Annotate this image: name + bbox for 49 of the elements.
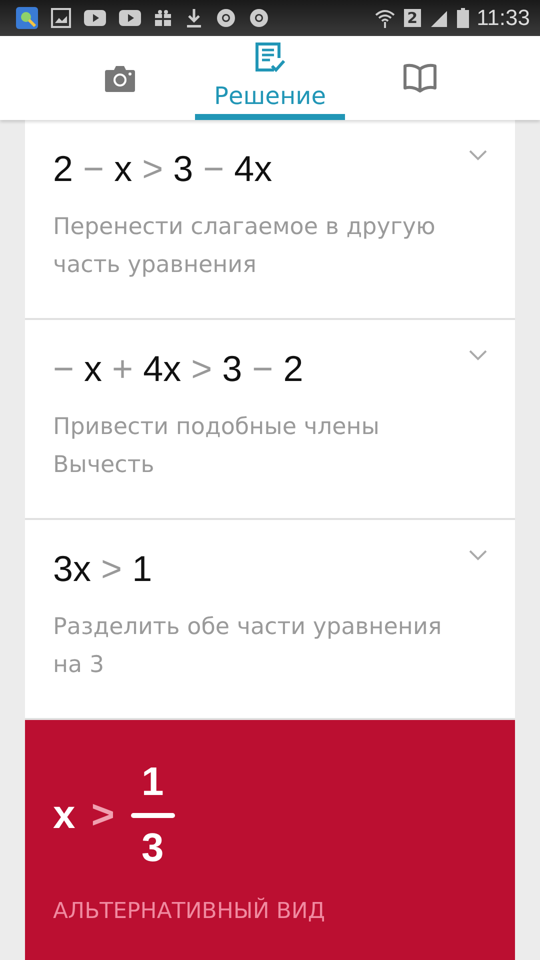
status-time: 11:33 [476,5,530,31]
equation-term: − [203,148,224,190]
equation-term: x [114,148,132,190]
equation-term: − [252,348,274,390]
step-description: Разделить обе части уравнения [53,613,443,642]
play-icon [119,10,141,26]
equation-term: 3 [173,148,194,190]
sim-label: 2 [404,9,421,27]
equation-term: − [53,348,74,390]
step-card[interactable]: 2 − x > 3 − 4x Перенести слагаемое в другую часть уравнения [25,120,515,320]
equation-term: 4x [143,348,182,390]
signal-icon [428,9,449,27]
equation-term: − [83,148,104,190]
wifi-icon [374,8,396,28]
equation-term: x [84,348,102,390]
step-description: Вычесть [53,451,156,480]
equation-term: 3 [222,348,242,390]
chevron-icon[interactable] [469,350,487,361]
equation-term: > [142,148,164,190]
battery-icon [456,8,469,28]
browser-icon [216,8,236,28]
browser-icon [249,8,269,28]
equation-term: > [91,793,115,838]
fraction-numerator: 1 [141,760,164,805]
gift-icon [154,9,172,27]
equation-term: > [191,348,212,390]
document-check-icon [254,42,286,74]
equation-term: 3x [53,548,92,590]
download-icon [185,8,203,28]
app-icon [16,7,38,29]
image-icon [51,8,71,28]
equation-term: 1 [132,548,152,590]
equation-term: x [53,793,76,838]
equation-term: 2 [283,348,304,390]
equation-term: + [112,348,134,390]
equation-term: 4x [234,148,272,190]
camera-icon [104,64,136,92]
step-description: Привести подобные члены [53,413,380,442]
play-icon [84,10,106,26]
step-description: Перенести слагаемое в другую [53,213,436,242]
chevron-icon[interactable] [469,550,487,561]
step-card[interactable]: − x + 4x > 3 − 2 Привести подобные члены Вычесть [25,320,515,520]
equation-term: > [101,548,122,590]
step-description: часть уравнения [53,251,258,280]
step-description: на 3 [53,651,106,680]
chevron-icon[interactable] [469,150,487,161]
fraction-denominator: 3 [141,826,164,871]
equation-term: 2 [53,148,74,190]
book-icon [403,63,437,93]
